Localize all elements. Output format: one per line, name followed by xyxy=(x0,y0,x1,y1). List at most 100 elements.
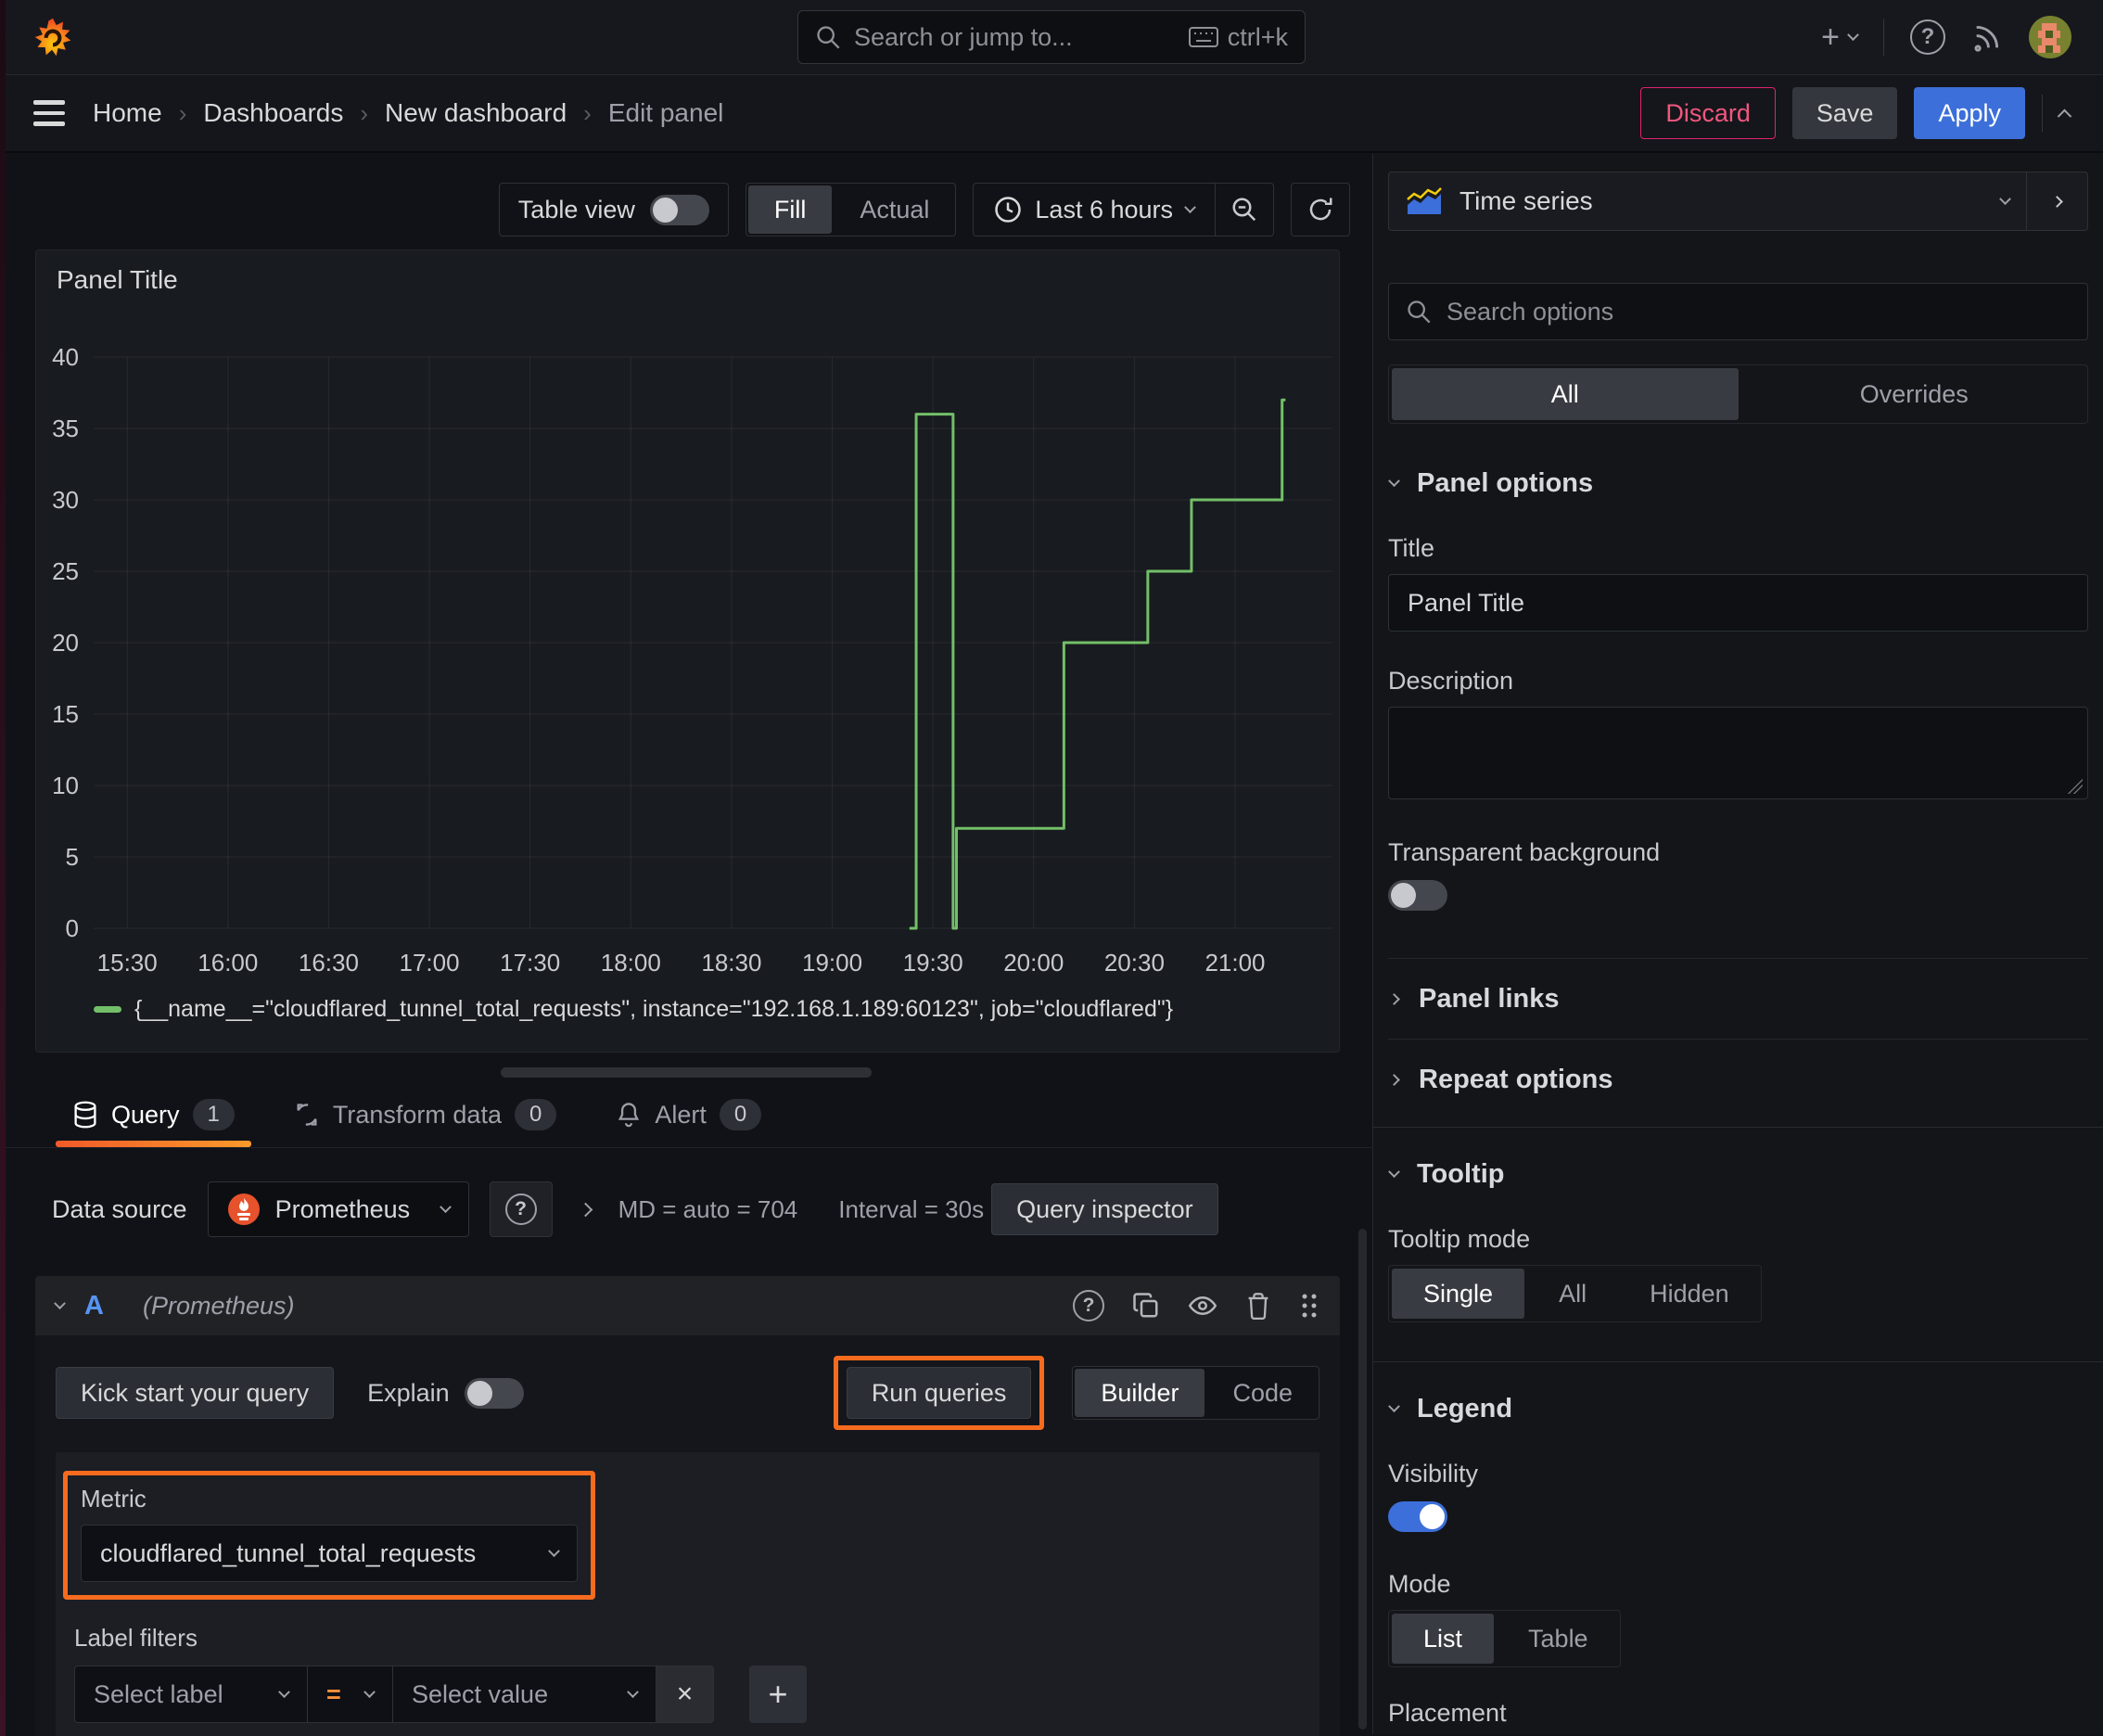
menu-icon[interactable] xyxy=(33,100,65,126)
query-row-header[interactable]: A (Prometheus) ? xyxy=(35,1276,1340,1335)
datasource-help-button[interactable]: ? xyxy=(489,1181,553,1237)
legend-visibility-toggle[interactable] xyxy=(1388,1501,1447,1532)
global-search-input[interactable]: Search or jump to... ctrl+k xyxy=(797,10,1306,64)
query-ref-id: A xyxy=(84,1290,104,1321)
datasource-row: Data source Prometheus ? MD = auto = 704… xyxy=(0,1148,1372,1237)
tooltip-header[interactable]: Tooltip xyxy=(1373,1159,2103,1190)
svg-text:20: 20 xyxy=(52,629,79,657)
tooltip-single-option[interactable]: Single xyxy=(1392,1269,1525,1319)
description-label: Description xyxy=(1388,667,1514,695)
search-icon xyxy=(1406,299,1432,325)
operator-dropdown[interactable]: = xyxy=(308,1666,393,1723)
trash-icon[interactable] xyxy=(1245,1292,1271,1320)
explain-label: Explain xyxy=(367,1378,450,1407)
eye-icon[interactable] xyxy=(1188,1292,1217,1320)
legend-list-option[interactable]: List xyxy=(1392,1614,1495,1664)
tab-transform-data[interactable]: Transform data 0 xyxy=(294,1099,557,1147)
breadcrumb-edit-panel: Edit panel xyxy=(607,98,724,127)
repeat-options-section[interactable]: Repeat options xyxy=(1373,1040,2103,1119)
tab-all[interactable]: All xyxy=(1392,368,1739,420)
table-view-toggle[interactable] xyxy=(649,194,709,225)
run-queries-button[interactable]: Run queries xyxy=(846,1367,1032,1419)
apply-button[interactable]: Apply xyxy=(1914,87,2025,139)
fill-option[interactable]: Fill xyxy=(747,185,833,234)
breadcrumb-home[interactable]: Home xyxy=(93,98,162,128)
select-value-placeholder: Select value xyxy=(412,1679,549,1708)
help-button[interactable]: ? xyxy=(1910,19,1945,55)
breadcrumb-new-dashboard[interactable]: New dashboard xyxy=(385,98,567,128)
label-filters-label: Label filters xyxy=(74,1624,198,1652)
select-label-dropdown[interactable]: Select label xyxy=(74,1666,308,1723)
svg-text:21:00: 21:00 xyxy=(1204,949,1265,976)
metric-value: cloudflared_tunnel_total_requests xyxy=(100,1538,477,1567)
remove-filter-button[interactable]: × xyxy=(656,1666,714,1723)
select-value-dropdown[interactable]: Select value xyxy=(393,1666,656,1723)
description-textarea[interactable] xyxy=(1388,707,2088,799)
bell-icon xyxy=(616,1101,642,1129)
query-inspector-button[interactable]: Query inspector xyxy=(991,1183,1218,1235)
tooltip-all-option[interactable]: All xyxy=(1527,1266,1618,1321)
title-input[interactable]: Panel Title xyxy=(1388,574,2088,632)
table-view-label: Table view xyxy=(517,195,635,223)
add-filter-button[interactable]: + xyxy=(749,1666,807,1723)
panel-options-header[interactable]: Panel options xyxy=(1373,468,2103,499)
tooltip-hidden-option[interactable]: Hidden xyxy=(1618,1266,1761,1321)
save-button[interactable]: Save xyxy=(1791,87,1898,139)
legend-table-option[interactable]: Table xyxy=(1497,1611,1620,1666)
visualization-picker[interactable]: Time series xyxy=(1389,172,2026,230)
divider xyxy=(2042,95,2043,132)
time-range-picker[interactable]: Last 6 hours xyxy=(974,196,1215,224)
tab-overrides[interactable]: Overrides xyxy=(1741,365,2088,423)
all-overrides-segmented: All Overrides xyxy=(1388,364,2088,424)
breadcrumb-dashboards[interactable]: Dashboards xyxy=(203,98,343,128)
search-placeholder: Search or jump to... xyxy=(854,22,1073,51)
collapse-options-icon[interactable] xyxy=(2057,108,2072,123)
options-search-input[interactable]: Search options xyxy=(1388,283,2088,340)
metric-select[interactable]: cloudflared_tunnel_total_requests xyxy=(81,1525,578,1582)
panel-links-section[interactable]: Panel links xyxy=(1373,959,2103,1039)
explain-toggle[interactable] xyxy=(464,1377,524,1409)
expand-options-icon[interactable] xyxy=(578,1202,593,1217)
shortcut-hint: ctrl+k xyxy=(1188,23,1288,52)
query-toolbar: Kick start your query Explain Run querie… xyxy=(56,1356,1319,1430)
builder-option[interactable]: Builder xyxy=(1075,1369,1205,1417)
user-avatar[interactable] xyxy=(2029,16,2071,58)
tab-alert-label: Alert xyxy=(655,1100,707,1129)
scrollbar[interactable] xyxy=(1358,1229,1367,1730)
chevron-down-icon xyxy=(1999,192,2011,205)
time-series-chart[interactable]: 0 5 10 15 20 25 30 35 40 15:30 16:00 16:30 17:00 17:3… xyxy=(36,295,1339,992)
viz-suggestions-button[interactable] xyxy=(2026,172,2087,230)
drag-grip-icon[interactable] xyxy=(1299,1292,1319,1320)
svg-text:18:00: 18:00 xyxy=(601,949,661,976)
table-view-control: Table view xyxy=(498,183,729,236)
panel-title: Panel Title xyxy=(57,265,178,294)
svg-text:18:30: 18:30 xyxy=(701,949,761,976)
legend-header[interactable]: Legend xyxy=(1373,1394,2103,1424)
clock-icon xyxy=(994,196,1022,223)
svg-text:19:00: 19:00 xyxy=(802,949,862,976)
svg-text:16:00: 16:00 xyxy=(198,949,258,976)
tab-query-badge: 1 xyxy=(192,1099,235,1130)
discard-button[interactable]: Discard xyxy=(1640,87,1776,139)
zoom-out-button[interactable] xyxy=(1216,184,1273,236)
tab-query[interactable]: Query 1 xyxy=(56,1099,251,1147)
grafana-logo-icon[interactable] xyxy=(32,16,74,58)
legend-series-label[interactable]: {__name__="cloudflared_tunnel_total_requ… xyxy=(134,996,1173,1023)
tooltip-mode-label: Tooltip mode xyxy=(1388,1225,1531,1253)
kick-start-button[interactable]: Kick start your query xyxy=(56,1367,335,1419)
tab-alert[interactable]: Alert 0 xyxy=(616,1099,762,1147)
time-range-group: Last 6 hours xyxy=(973,183,1274,236)
resize-handle[interactable] xyxy=(501,1067,872,1078)
query-help-icon[interactable]: ? xyxy=(1073,1290,1104,1321)
query-stats: MD = auto = 704 Interval = 30s xyxy=(618,1195,985,1224)
add-menu-button[interactable]: + xyxy=(1821,19,1859,56)
repeat-options-title: Repeat options xyxy=(1419,1064,1613,1094)
transparent-bg-toggle[interactable] xyxy=(1388,880,1447,911)
collapse-query-icon[interactable] xyxy=(54,1296,66,1309)
datasource-picker[interactable]: Prometheus xyxy=(207,1181,469,1237)
refresh-button[interactable] xyxy=(1291,183,1350,236)
duplicate-icon[interactable] xyxy=(1132,1292,1160,1320)
code-option[interactable]: Code xyxy=(1206,1367,1319,1419)
news-feed-icon[interactable] xyxy=(1971,21,2003,53)
actual-option[interactable]: Actual xyxy=(834,184,955,236)
